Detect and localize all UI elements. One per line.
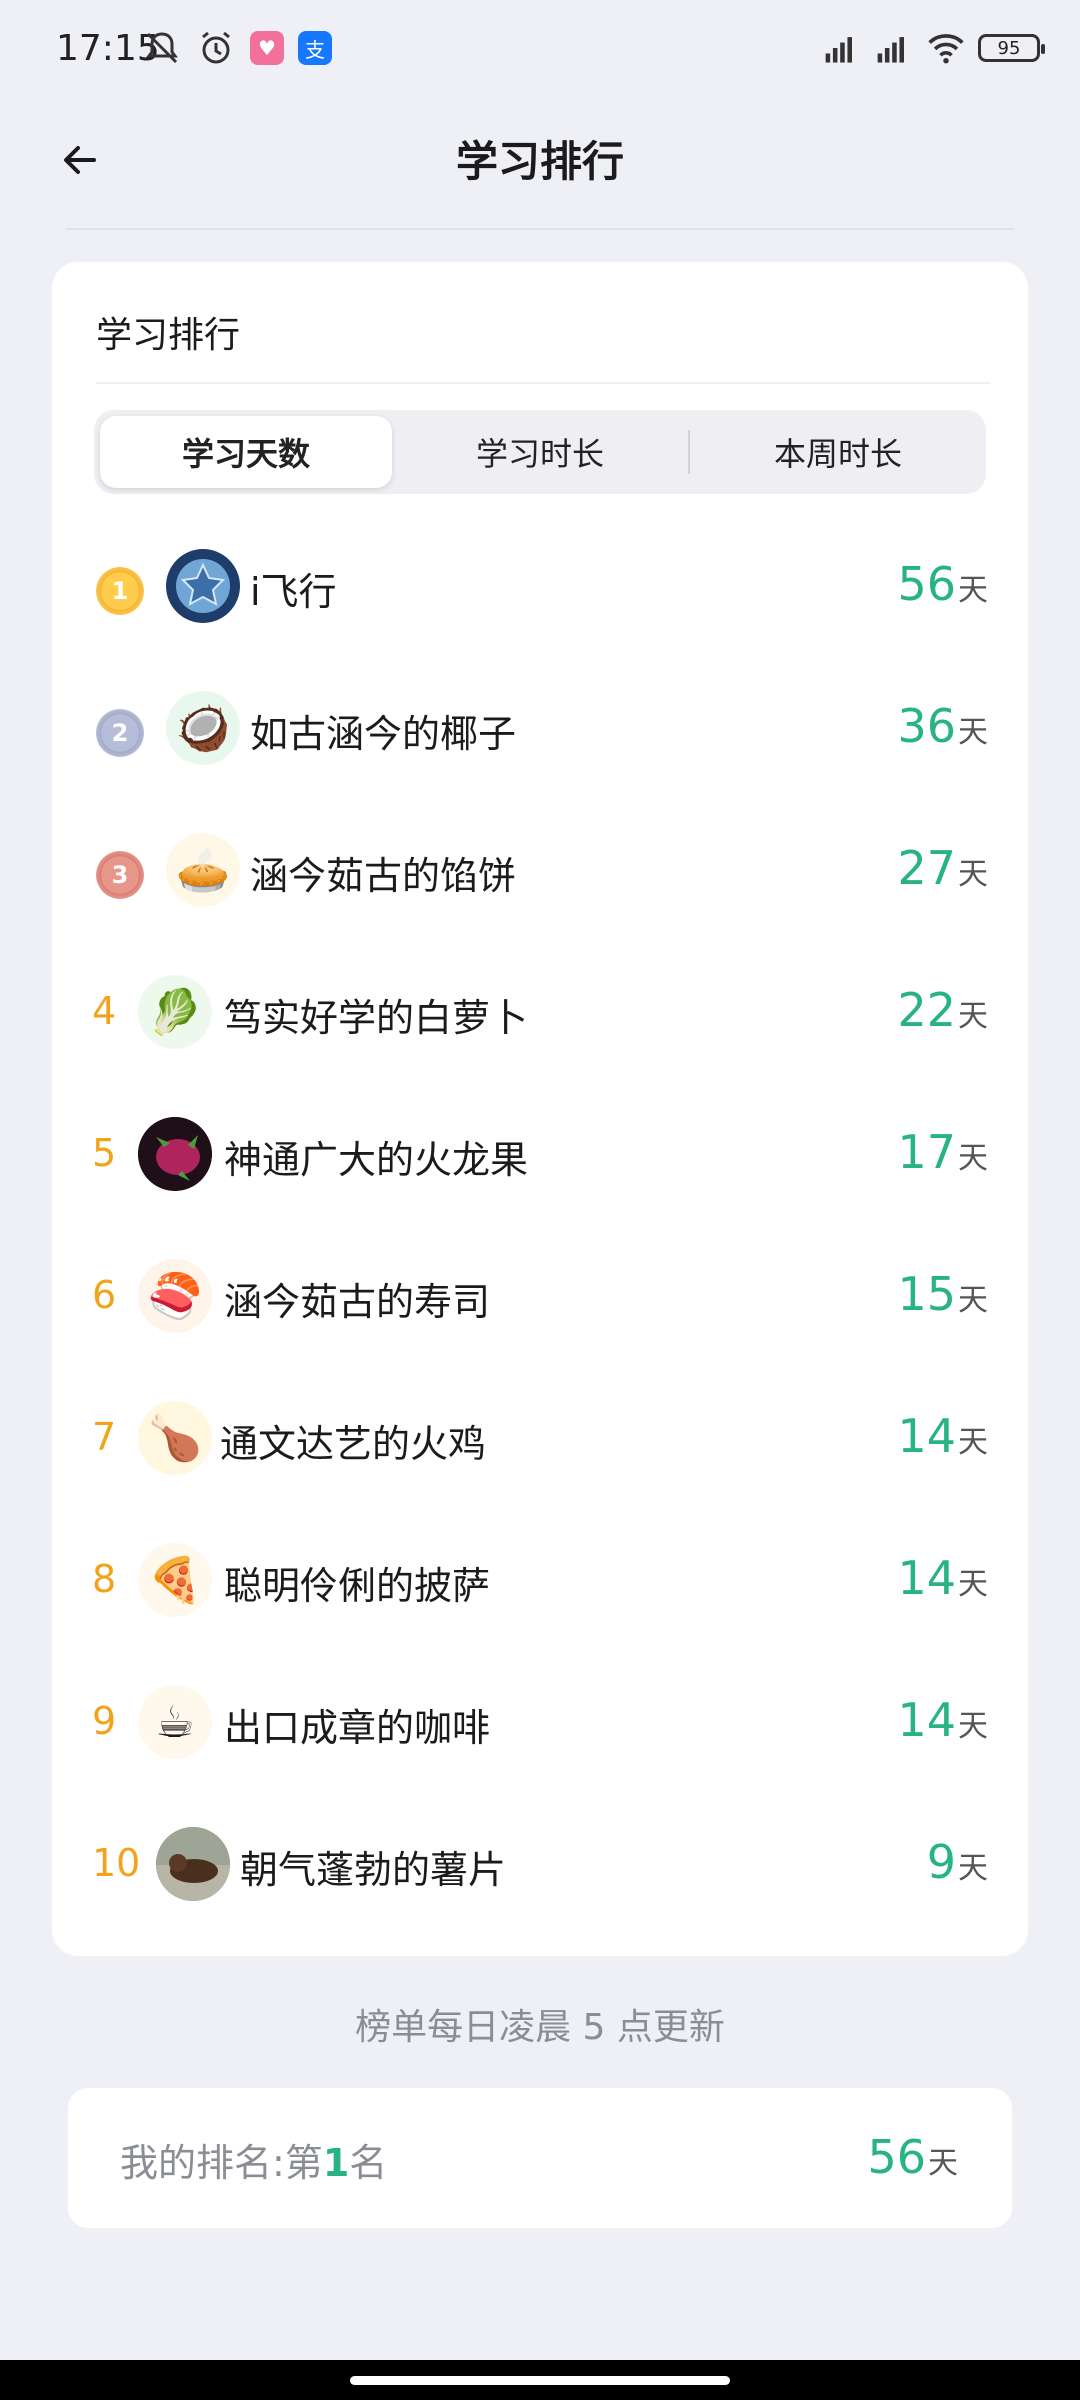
my-rank-label: 我的排名:第1名 (120, 2141, 388, 2185)
user-name: 如古涵今的椰子 (250, 712, 517, 756)
app-notification-icon: ♥ (250, 31, 284, 65)
days-value: 27天 (897, 841, 988, 895)
sushi-avatar: 🍣 (138, 1259, 212, 1333)
tab-weekly-duration[interactable]: 本周时长 (690, 410, 986, 494)
user-name: 涵今茹古的馅饼 (250, 854, 517, 898)
status-right-icons: 95 (822, 28, 1045, 68)
rank-number: 9 (92, 1699, 117, 1743)
days-value: 14天 (897, 1551, 988, 1605)
ranking-row[interactable]: 2 🥥 如古涵今的椰子 36天 (52, 669, 1028, 811)
ranking-row[interactable]: 5 神通广大的火龙果 17天 (52, 1095, 1028, 1237)
status-left-icons: ♥ 支 (142, 28, 332, 68)
my-rank-card: 我的排名:第1名 56天 (68, 2088, 1012, 2228)
ranking-row[interactable]: 1 i飞行 56天 (52, 527, 1028, 669)
alarm-icon (196, 28, 236, 68)
ranking-tabs: 学习天数 学习时长 本周时长 (94, 410, 986, 494)
rank-number: 5 (92, 1131, 117, 1175)
mute-bell-icon (142, 28, 182, 68)
pie-avatar: 🥧 (166, 833, 240, 907)
tab-study-duration[interactable]: 学习时长 (392, 410, 688, 494)
page-header: 学习排行 (0, 100, 1080, 230)
system-nav-bar (0, 2360, 1080, 2400)
ranking-row[interactable]: 8 🍕 聪明伶俐的披萨 14天 (52, 1521, 1028, 1663)
battery-icon: 95 (978, 34, 1045, 62)
days-value: 14天 (897, 1409, 988, 1463)
radish-avatar: 🥬 (138, 975, 212, 1049)
pizza-avatar: 🍕 (138, 1543, 212, 1617)
user-name: i飞行 (250, 570, 337, 614)
rank-number: 6 (92, 1273, 117, 1317)
days-value: 15天 (897, 1267, 988, 1321)
ranking-row[interactable]: 6 🍣 涵今茹古的寿司 15天 (52, 1237, 1028, 1379)
user-name: 通文达艺的火鸡 (220, 1422, 487, 1466)
ranking-list: 1 i飞行 56天 2 🥥 如古涵今的椰子 36天 3 🥧 涵今茹古的馅饼 27… (52, 527, 1028, 1947)
home-indicator[interactable] (350, 2376, 730, 2385)
ranking-row[interactable]: 9 ☕ 出口成章的咖啡 14天 (52, 1663, 1028, 1805)
turkey-avatar: 🍗 (138, 1401, 212, 1475)
gold-medal-icon: 1 (96, 567, 144, 615)
user-name: 聪明伶俐的披萨 (224, 1564, 491, 1608)
star-badge-avatar (166, 549, 240, 623)
days-value: 22天 (897, 983, 988, 1037)
card-title: 学习排行 (96, 315, 241, 356)
my-rank-days: 56天 (867, 2130, 958, 2184)
signal-icon (822, 28, 862, 68)
days-value: 36天 (897, 699, 988, 753)
page-title: 学习排行 (455, 137, 624, 186)
coffee-avatar: ☕ (138, 1685, 212, 1759)
card-divider (96, 382, 990, 384)
user-name: 出口成章的咖啡 (224, 1706, 491, 1750)
rank-number: 8 (92, 1557, 117, 1601)
dragon-fruit-avatar (138, 1117, 212, 1191)
ranking-row[interactable]: 4 🥬 笃实好学的白萝卜 22天 (52, 953, 1028, 1095)
signal-icon-2 (874, 28, 914, 68)
user-name: 神通广大的火龙果 (224, 1138, 529, 1182)
silver-medal-icon: 2 (96, 709, 144, 757)
alipay-icon: 支 (298, 31, 332, 65)
days-value: 17天 (897, 1125, 988, 1179)
header-divider (66, 228, 1014, 230)
days-value: 56天 (897, 557, 988, 611)
dog-photo-avatar (156, 1827, 230, 1901)
update-note: 榜单每日凌晨 5 点更新 (355, 2007, 725, 2048)
rank-number: 10 (92, 1841, 141, 1885)
user-name: 笃实好学的白萝卜 (224, 996, 529, 1040)
wifi-icon (926, 28, 966, 68)
ranking-card: 学习排行 学习天数 学习时长 本周时长 1 i飞行 56天 2 🥥 如古涵今的椰… (52, 262, 1028, 1956)
days-value: 9天 (926, 1835, 988, 1889)
rank-number: 7 (92, 1415, 117, 1459)
status-bar: 17:15 ♥ 支 95 (0, 0, 1080, 100)
user-name: 涵今茹古的寿司 (224, 1280, 491, 1324)
coconut-avatar: 🥥 (166, 691, 240, 765)
ranking-row[interactable]: 7 🍗 通文达艺的火鸡 14天 (52, 1379, 1028, 1521)
bronze-medal-icon: 3 (96, 851, 144, 899)
my-rank-number: 1 (322, 2141, 350, 2185)
rank-number: 4 (92, 989, 117, 1033)
tab-study-days[interactable]: 学习天数 (100, 416, 392, 488)
ranking-row[interactable]: 3 🥧 涵今茹古的馅饼 27天 (52, 811, 1028, 953)
user-name: 朝气蓬勃的薯片 (240, 1848, 507, 1892)
ranking-row[interactable]: 10 朝气蓬勃的薯片 9天 (52, 1805, 1028, 1947)
days-value: 14天 (897, 1693, 988, 1747)
